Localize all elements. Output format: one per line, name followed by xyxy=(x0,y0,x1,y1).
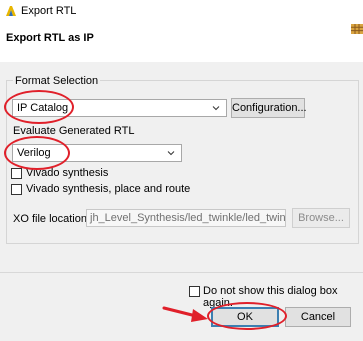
cancel-button[interactable]: Cancel xyxy=(285,307,351,327)
vivado-synthesis-checkbox[interactable] xyxy=(11,168,22,179)
footer-separator xyxy=(0,272,363,273)
configuration-button[interactable]: Configuration... xyxy=(231,98,307,118)
chevron-down-icon xyxy=(167,151,175,156)
annotation-oval-ok xyxy=(207,302,287,330)
grid-icon xyxy=(351,24,363,34)
annotation-oval-verilog xyxy=(4,136,70,170)
vivado-pnr-label: Vivado synthesis, place and route xyxy=(26,183,191,195)
window-title: Export RTL xyxy=(21,5,77,17)
dont-show-checkbox[interactable] xyxy=(189,286,200,297)
red-arrow-icon xyxy=(162,306,208,322)
chevron-down-icon xyxy=(212,106,220,111)
browse-button[interactable]: Browse... xyxy=(292,208,350,228)
vivado-pnr-checkbox[interactable] xyxy=(11,184,22,195)
vivado-hls-app-icon xyxy=(6,6,16,16)
xo-location-label: XO file location: xyxy=(13,213,91,225)
annotation-oval-format xyxy=(4,90,74,124)
format-selection-label: Format Selection xyxy=(13,75,101,87)
xo-location-input[interactable]: jh_Level_Synthesis/led_twinkle/led_twink… xyxy=(86,209,286,227)
dialog-header-title: Export RTL as IP xyxy=(6,32,94,44)
